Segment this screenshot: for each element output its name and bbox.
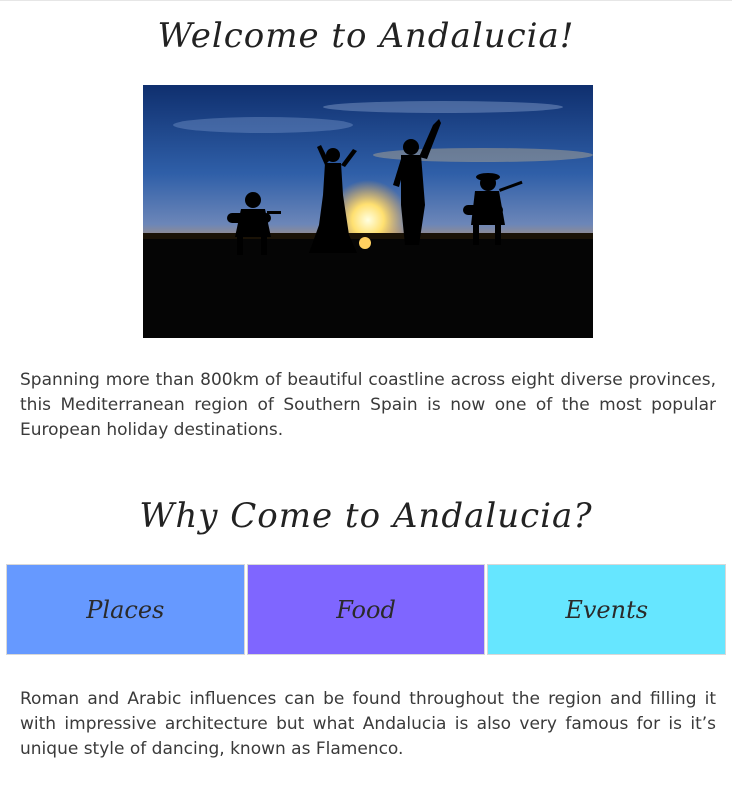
why-heading: Why Come to Andalucia?	[139, 496, 593, 536]
topic-tiles: Places Food Events	[6, 564, 727, 655]
intro-paragraph: Spanning more than 800km of beautiful co…	[20, 370, 716, 440]
tile-label-food: Food	[336, 595, 396, 624]
flamenco-sunset-photo	[143, 85, 593, 338]
tile-events[interactable]: Events	[487, 564, 727, 655]
flamenco-paragraph: Roman and Arabic influences can be found…	[20, 689, 716, 759]
hero-image	[143, 85, 593, 338]
tile-label-places: Places	[86, 595, 165, 624]
tile-label-events: Events	[565, 595, 649, 624]
tile-food[interactable]: Food	[246, 564, 486, 655]
welcome-heading: Welcome to Andalucia!	[157, 16, 575, 56]
tile-places[interactable]: Places	[6, 564, 245, 655]
top-divider	[0, 0, 732, 1]
